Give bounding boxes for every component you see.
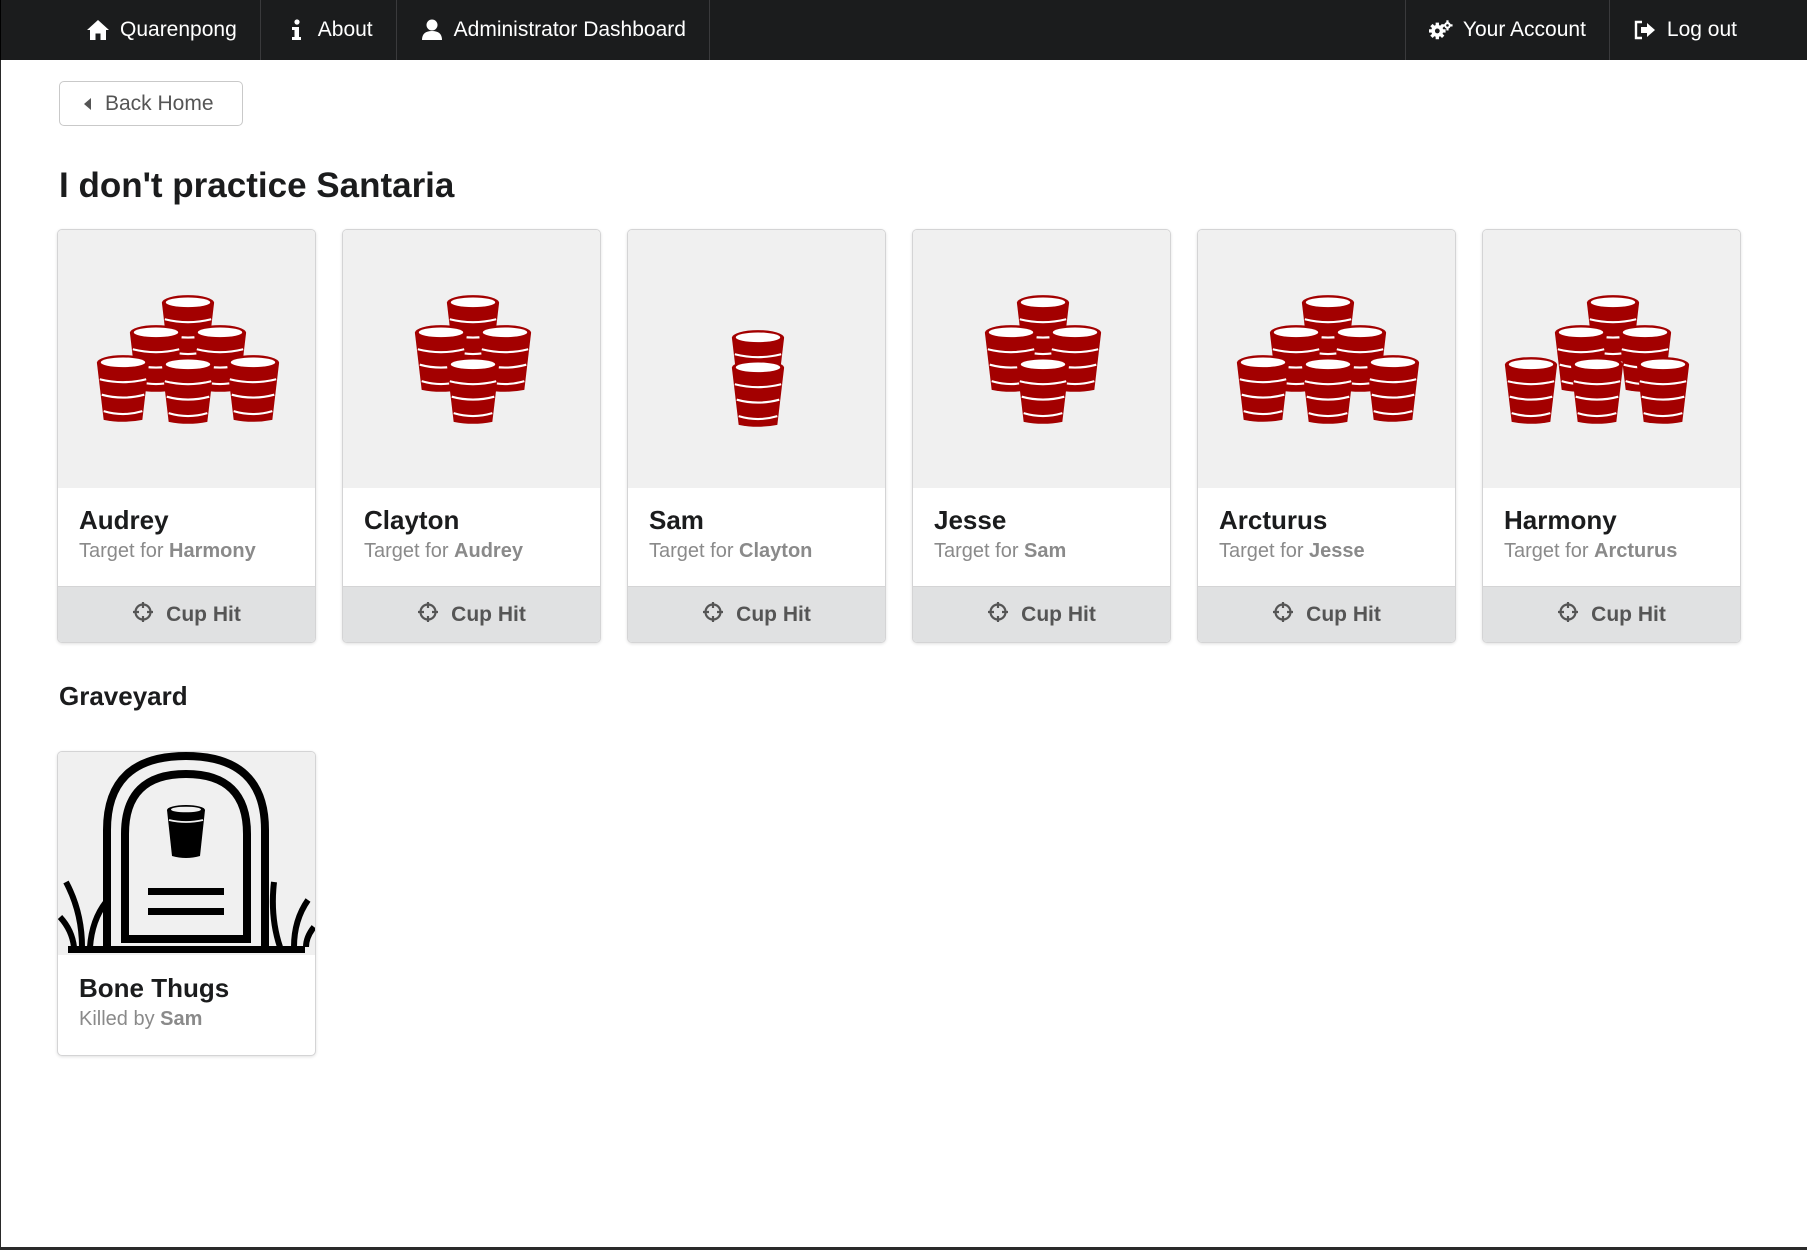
player-name: Jesse: [934, 505, 1007, 535]
info-icon: [284, 18, 308, 42]
player-target: Target for Harmony: [79, 540, 294, 563]
graveyard-player-name: Bone Thugs: [79, 973, 230, 1003]
red-cup-icon: [160, 355, 216, 424]
player-name: Sam: [649, 505, 704, 535]
cups-image: [58, 230, 315, 488]
target-name: Audrey: [454, 539, 523, 562]
player-card: Arcturus Target for Jesse Cup Hit: [1197, 229, 1456, 643]
player-target: Target for Jesse: [1219, 540, 1434, 563]
crosshairs-icon: [1272, 601, 1294, 629]
target-name: Harmony: [169, 539, 256, 562]
player-card: Audrey Target for Harmony Cup Hit: [57, 229, 316, 643]
graveyard-card: Bone Thugs Killed by Sam: [57, 751, 316, 1056]
player-card: Clayton Target for Audrey Cup Hit: [342, 229, 601, 643]
target-prefix: Target for: [1219, 539, 1310, 562]
red-cup-icon: [1235, 353, 1291, 422]
player-target: Target for Clayton: [649, 540, 864, 563]
top-nav: Quarenpong About Administrator Dashboard: [0, 0, 1807, 60]
cup-hit-label: Cup Hit: [1591, 603, 1666, 626]
red-cup-icon: [1503, 355, 1559, 424]
page-title: I don't practice Santaria: [59, 166, 455, 205]
killed-by: Killed by Sam: [79, 1008, 294, 1031]
player-target: Target for Audrey: [364, 540, 579, 563]
nav-logout-label: Log out: [1666, 18, 1737, 41]
crosshairs-icon: [702, 601, 724, 629]
player-name: Arcturus: [1219, 505, 1328, 535]
page-edge: [0, 60, 1, 1250]
player-name: Audrey: [79, 505, 169, 535]
cup-hit-button[interactable]: Cup Hit: [1483, 586, 1740, 642]
home-icon: [86, 18, 110, 42]
player-name: Harmony: [1504, 505, 1617, 535]
graveyard-title: Graveyard: [59, 681, 188, 711]
red-cup-icon: [95, 353, 151, 422]
cups-image: [343, 230, 600, 488]
nav-your-account[interactable]: Your Account: [1404, 0, 1610, 60]
killer-name: Sam: [160, 1007, 203, 1030]
nav-account-label: Your Account: [1462, 18, 1586, 41]
target-prefix: Target for: [649, 539, 740, 562]
cups-image: [913, 230, 1170, 488]
target-name: Jesse: [1309, 539, 1365, 562]
cups-image: [1198, 230, 1455, 488]
killed-prefix: Killed by: [79, 1007, 161, 1030]
cup-hit-button[interactable]: Cup Hit: [343, 586, 600, 642]
crosshairs-icon: [987, 601, 1009, 629]
cup-hit-label: Cup Hit: [166, 603, 241, 626]
nav-log-out[interactable]: Log out: [1610, 0, 1807, 60]
crosshairs-icon: [1557, 601, 1579, 629]
target-name: Sam: [1024, 539, 1067, 562]
back-home-label: Back Home: [105, 91, 214, 115]
caret-left-icon: [84, 97, 91, 110]
cup-hit-button[interactable]: Cup Hit: [913, 586, 1170, 642]
nav-admin-dashboard[interactable]: Administrator Dashboard: [397, 0, 710, 60]
target-name: Clayton: [739, 539, 813, 562]
cup-hit-button[interactable]: Cup Hit: [628, 586, 885, 642]
crosshairs-icon: [417, 601, 439, 629]
user-icon: [420, 18, 444, 42]
red-cup-icon: [1365, 353, 1421, 422]
player-card: Harmony Target for Arcturus Cup Hit: [1482, 229, 1741, 643]
crosshairs-icon: [132, 601, 154, 629]
red-cup-icon: [445, 355, 501, 424]
nav-home[interactable]: Quarenpong: [63, 0, 261, 60]
player-name: Clayton: [364, 505, 460, 535]
red-cup-icon: [730, 358, 786, 427]
target-prefix: Target for: [79, 539, 170, 562]
player-cards: Audrey Target for Harmony Cup Hit Clayto…: [57, 229, 1741, 643]
cups-image: [628, 230, 885, 488]
cup-hit-button[interactable]: Cup Hit: [58, 586, 315, 642]
cup-hit-label: Cup Hit: [736, 603, 811, 626]
red-cup-icon: [1635, 355, 1691, 424]
player-card: Jesse Target for Sam Cup Hit: [912, 229, 1171, 643]
back-home-button[interactable]: Back Home: [59, 81, 243, 126]
red-cup-icon: [1569, 355, 1625, 424]
nav-home-label: Quarenpong: [120, 18, 237, 41]
tombstone-icon: [58, 752, 315, 955]
cup-hit-label: Cup Hit: [451, 603, 526, 626]
red-cup-icon: [225, 353, 281, 422]
cup-hit-label: Cup Hit: [1021, 603, 1096, 626]
target-prefix: Target for: [1504, 539, 1595, 562]
red-cup-icon: [1300, 355, 1356, 424]
nav-admin-label: Administrator Dashboard: [453, 18, 686, 41]
nav-about[interactable]: About: [261, 0, 397, 60]
nav-about-label: About: [317, 18, 373, 41]
target-prefix: Target for: [364, 539, 455, 562]
cups-image: [1483, 230, 1740, 488]
player-card: Sam Target for Clayton Cup Hit: [627, 229, 886, 643]
red-cup-icon: [1015, 355, 1071, 424]
gears-icon: [1428, 18, 1453, 42]
cup-hit-button[interactable]: Cup Hit: [1198, 586, 1455, 642]
player-target: Target for Arcturus: [1504, 540, 1719, 563]
target-prefix: Target for: [934, 539, 1025, 562]
sign-out-icon: [1633, 18, 1657, 42]
cup-hit-label: Cup Hit: [1306, 603, 1381, 626]
player-target: Target for Sam: [934, 540, 1149, 563]
target-name: Arcturus: [1594, 539, 1678, 562]
